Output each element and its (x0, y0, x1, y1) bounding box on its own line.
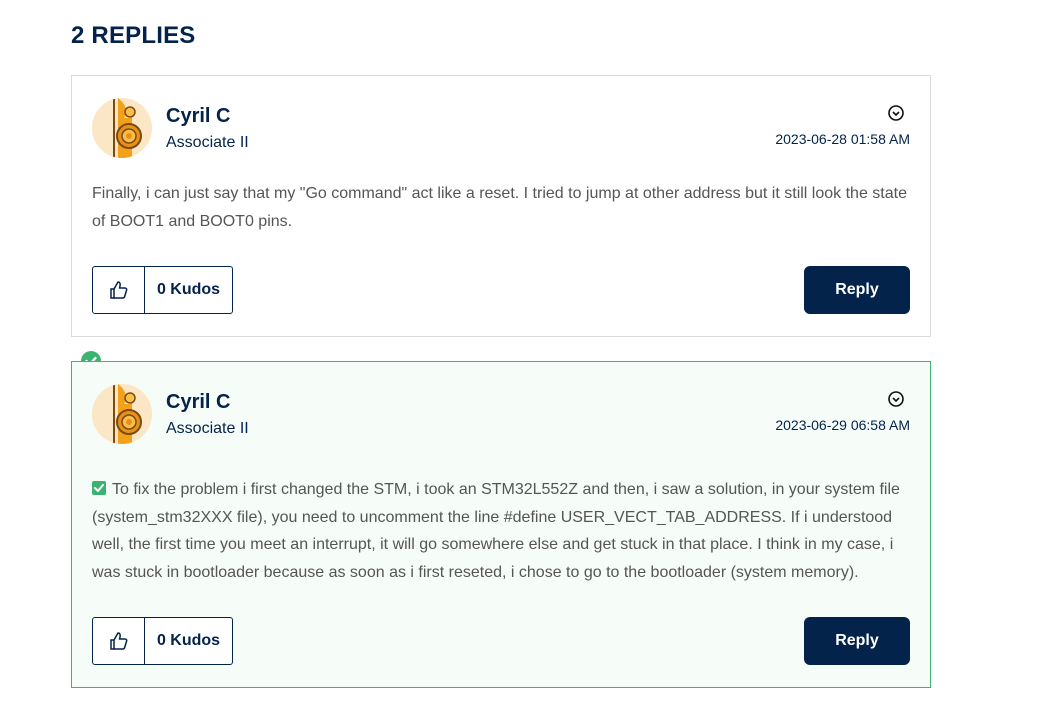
reply-card: Cyril C Associate II 2023-06-28 01:58 AM… (71, 75, 931, 337)
post-timestamp: 2023-06-28 01:58 AM (775, 131, 910, 147)
kudos-widget: 0 Kudos (92, 617, 233, 665)
author-name[interactable]: Cyril C (166, 105, 230, 128)
reply-button[interactable]: Reply (804, 266, 910, 314)
checkbox-check-icon (92, 481, 106, 495)
avatar[interactable] (92, 98, 152, 158)
post-timestamp: 2023-06-29 06:58 AM (775, 417, 910, 433)
avatar[interactable] (92, 384, 152, 444)
thumbs-up-icon[interactable] (93, 267, 145, 313)
chevron-down-circle-icon[interactable] (888, 105, 904, 121)
reply-button[interactable]: Reply (804, 617, 910, 665)
post-body: Finally, i can just say that my "Go comm… (92, 185, 907, 230)
replies-heading: 2 REPLIES (71, 22, 196, 49)
solution-reply-card: Cyril C Associate II 2023-06-29 06:58 AM… (71, 361, 931, 688)
thumbs-up-icon[interactable] (93, 618, 145, 664)
kudos-count[interactable]: 0 Kudos (145, 618, 232, 664)
author-rank: Associate II (166, 134, 249, 151)
author-rank: Associate II (166, 420, 249, 437)
kudos-count[interactable]: 0 Kudos (145, 267, 232, 313)
post-body: To fix the problem i first changed the S… (92, 481, 900, 581)
kudos-widget: 0 Kudos (92, 266, 233, 314)
chevron-down-circle-icon[interactable] (888, 391, 904, 407)
post-body-container: To fix the problem i first changed the S… (92, 476, 910, 586)
author-name[interactable]: Cyril C (166, 391, 230, 414)
